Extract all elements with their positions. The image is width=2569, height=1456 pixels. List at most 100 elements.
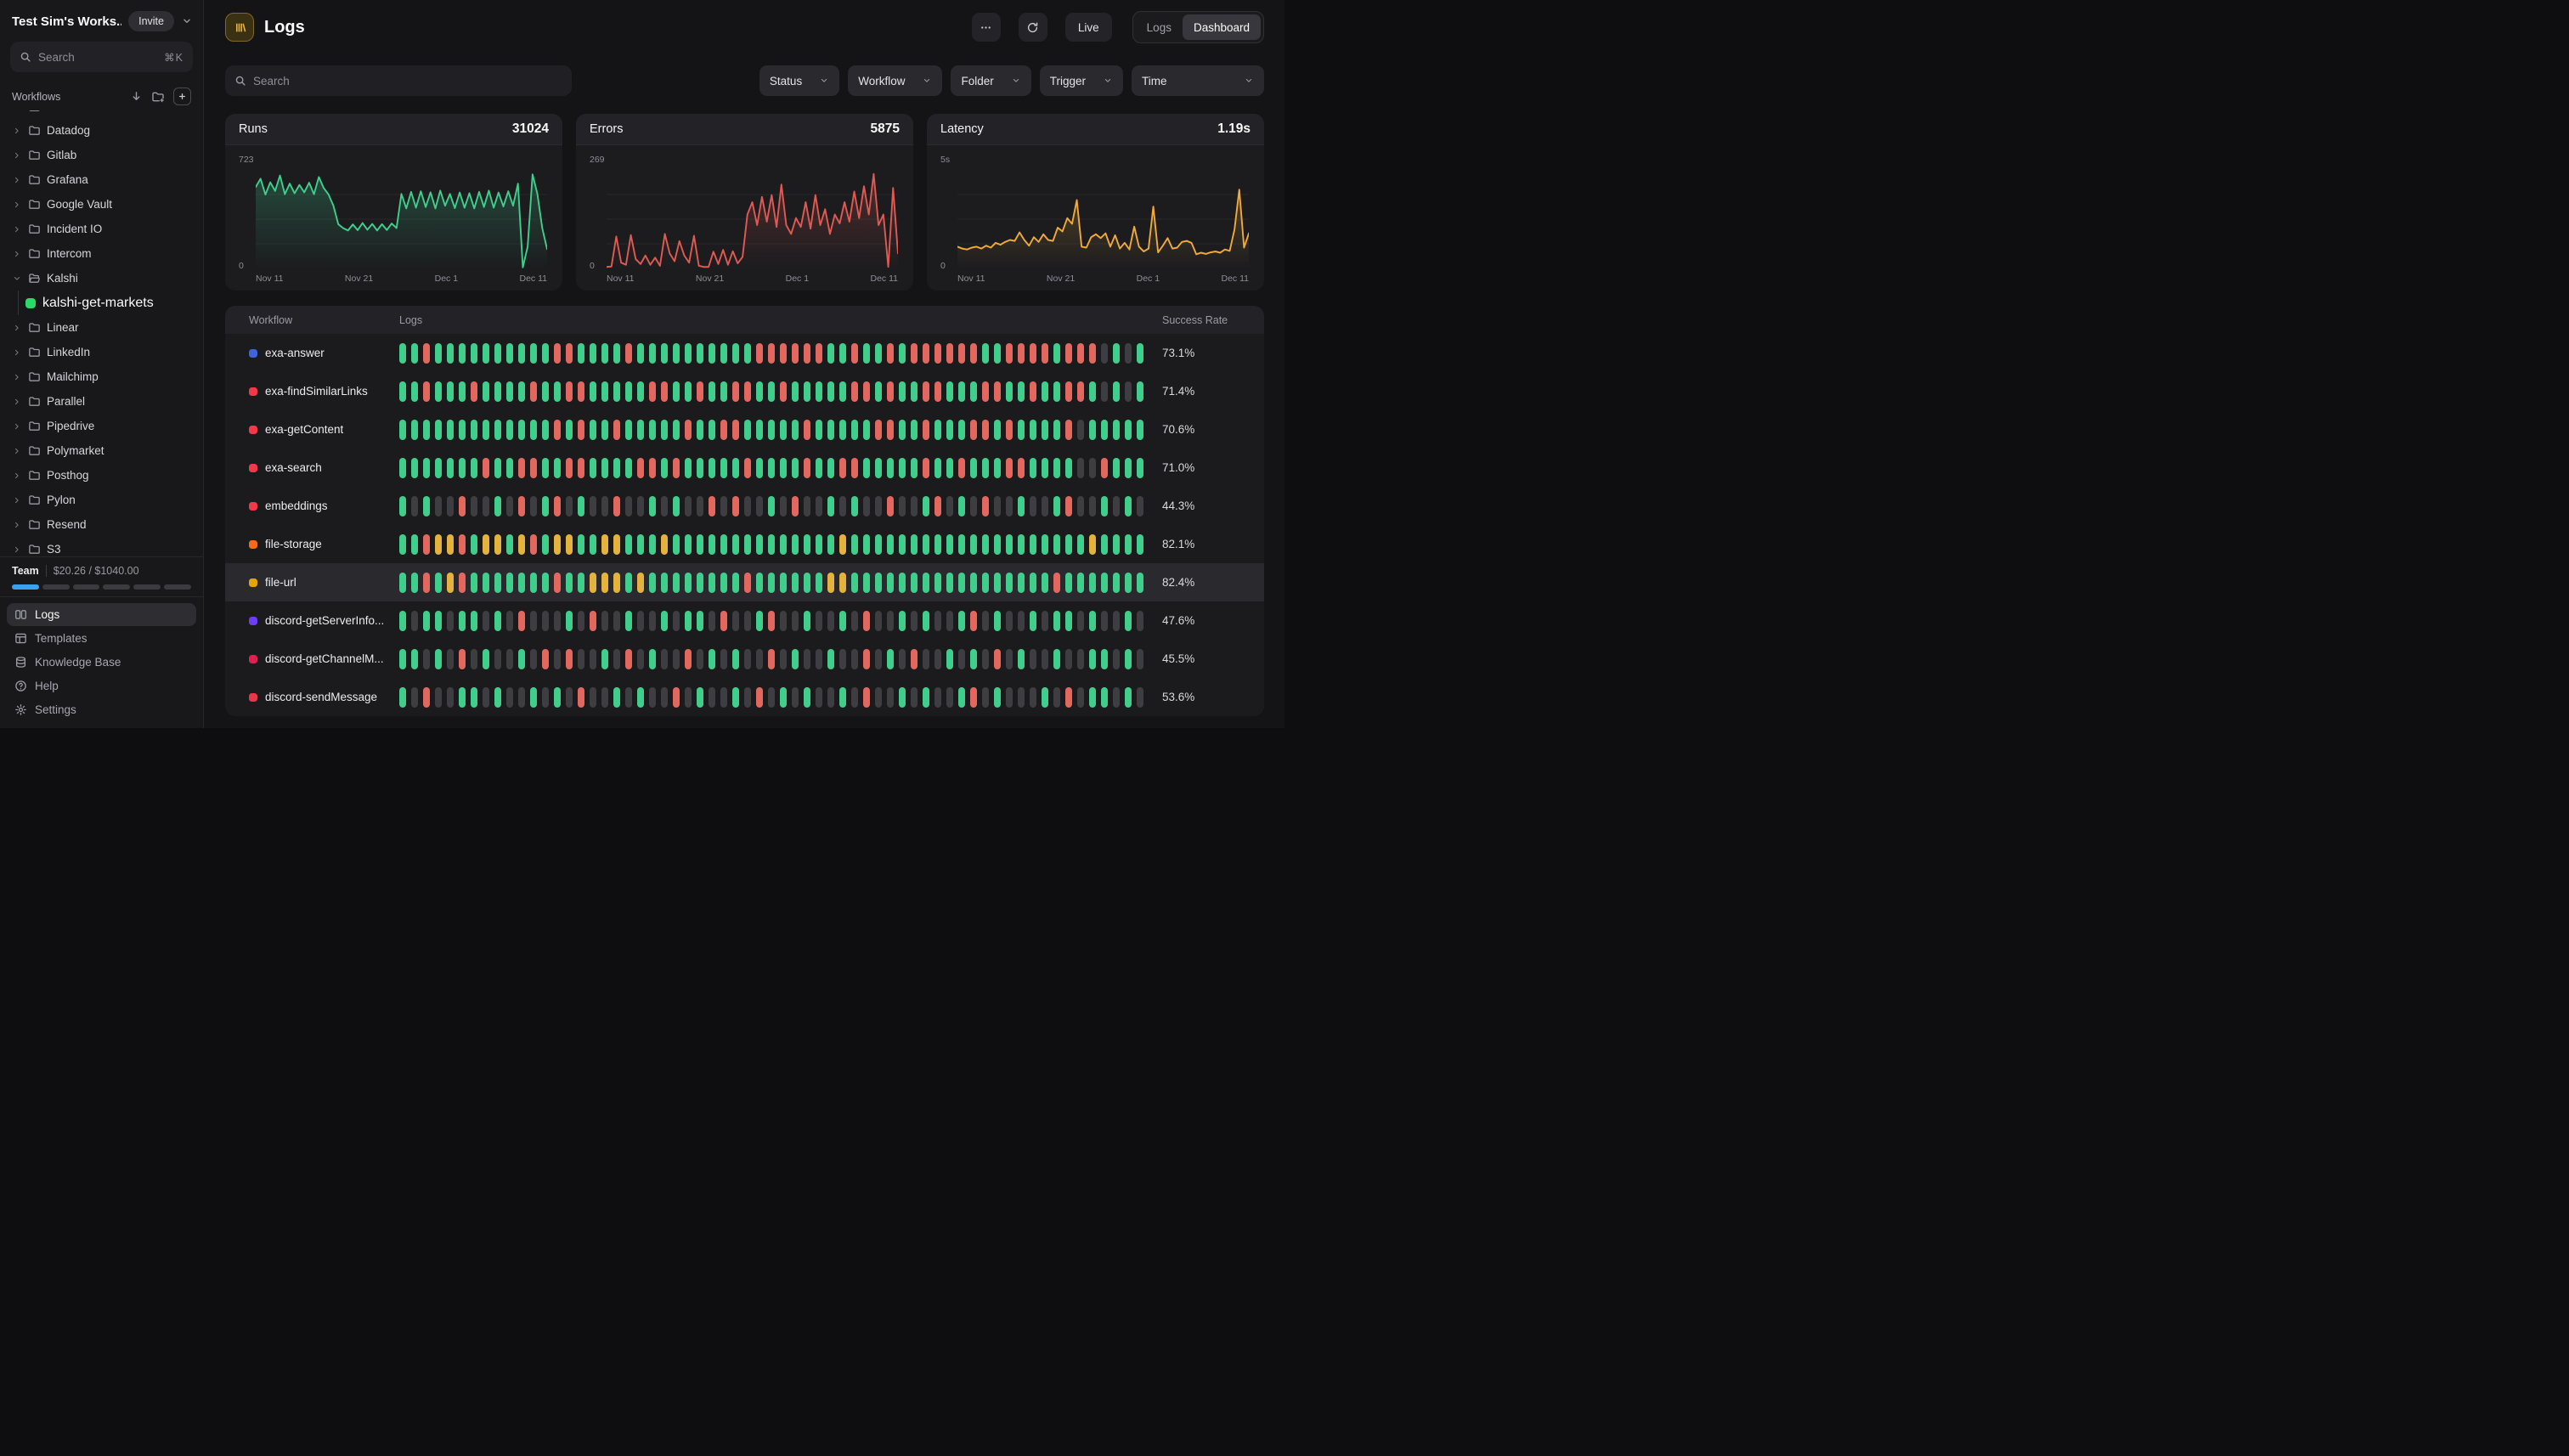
live-button[interactable]: Live — [1065, 13, 1112, 42]
sidebar-folder-datadog[interactable]: Datadog — [7, 118, 196, 143]
nav-item-settings[interactable]: Settings — [7, 698, 196, 721]
log-bar — [673, 496, 680, 516]
sidebar-folder-pipedrive[interactable]: Pipedrive — [7, 414, 196, 438]
latency-chart — [957, 170, 1249, 268]
table-row-discord-sendMessage[interactable]: discord-sendMessage53.6% — [225, 678, 1264, 716]
log-bar — [459, 611, 466, 631]
log-bar — [447, 343, 454, 364]
sidebar-folder-grafana[interactable]: Grafana — [7, 167, 196, 192]
sidebar-folder-google-vault[interactable]: Google Vault — [7, 192, 196, 217]
sidebar-folder-s3[interactable]: S3 — [7, 537, 196, 556]
workspace-name[interactable]: Test Sim's Works... — [12, 14, 121, 29]
invite-button[interactable]: Invite — [128, 11, 174, 31]
folder-icon — [28, 346, 41, 358]
more-options-button[interactable] — [972, 13, 1001, 42]
log-bar — [1077, 687, 1084, 708]
table-row-exa-search[interactable]: exa-search71.0% — [225, 449, 1264, 487]
add-workflow-button[interactable] — [173, 87, 191, 105]
table-row-exa-getContent[interactable]: exa-getContent70.6% — [225, 410, 1264, 449]
log-bar — [1101, 343, 1108, 364]
log-bar — [554, 381, 561, 402]
log-bar — [673, 420, 680, 440]
log-bar — [435, 343, 442, 364]
sidebar-search-input[interactable]: Search ⌘K — [10, 42, 193, 72]
nav-item-templates[interactable]: Templates — [7, 627, 196, 650]
table-row-exa-answer[interactable]: exa-answer73.1% — [225, 334, 1264, 372]
sidebar-folder-kalshi[interactable]: Kalshi — [7, 266, 196, 291]
clipped-workflow-item — [7, 110, 196, 118]
filter-trigger[interactable]: Trigger — [1040, 65, 1123, 96]
log-bar — [887, 420, 894, 440]
chevron-right-icon — [12, 495, 22, 505]
table-header: Workflow Logs Success Rate — [225, 306, 1264, 334]
log-bar — [459, 649, 466, 669]
logs-search-input[interactable]: Search — [225, 65, 572, 96]
filter-label: Folder — [961, 75, 993, 87]
table-row-file-storage[interactable]: file-storage82.1% — [225, 525, 1264, 563]
log-bar — [471, 534, 477, 555]
refresh-button[interactable] — [1019, 13, 1047, 42]
folder-plus-icon[interactable] — [151, 90, 165, 104]
filter-status[interactable]: Status — [759, 65, 839, 96]
usage-segment — [42, 584, 70, 590]
filter-folder[interactable]: Folder — [951, 65, 1030, 96]
sort-arrow-down-icon[interactable] — [130, 90, 143, 103]
log-bar — [1125, 381, 1132, 402]
log-bar — [851, 420, 858, 440]
nav-item-help[interactable]: Help — [7, 674, 196, 697]
filter-time[interactable]: Time — [1132, 65, 1264, 96]
log-bar — [685, 573, 692, 593]
log-bar — [851, 381, 858, 402]
log-bar — [423, 343, 430, 364]
filter-workflow[interactable]: Workflow — [848, 65, 942, 96]
sidebar-folder-parallel[interactable]: Parallel — [7, 389, 196, 414]
sidebar-folder-pylon[interactable]: Pylon — [7, 488, 196, 512]
log-bar — [613, 496, 620, 516]
log-bar — [1125, 458, 1132, 478]
log-bar — [911, 649, 918, 669]
folder-icon — [28, 198, 41, 211]
log-bar — [1065, 611, 1072, 631]
sidebar-folder-posthog[interactable]: Posthog — [7, 463, 196, 488]
sidebar-folder-resend[interactable]: Resend — [7, 512, 196, 537]
table-row-discord-getServerInfo-[interactable]: discord-getServerInfo...47.6% — [225, 601, 1264, 640]
log-bar — [459, 496, 466, 516]
log-bar — [506, 458, 513, 478]
nav-item-logs[interactable]: Logs — [7, 603, 196, 626]
log-bar — [423, 649, 430, 669]
sidebar-folder-intercom[interactable]: Intercom — [7, 241, 196, 266]
sidebar-folder-linkedin[interactable]: LinkedIn — [7, 340, 196, 364]
sidebar-folder-incident-io[interactable]: Incident IO — [7, 217, 196, 241]
nav-item-knowledge-base[interactable]: Knowledge Base — [7, 651, 196, 674]
log-bar — [590, 611, 596, 631]
toggle-logs[interactable]: Logs — [1136, 14, 1183, 40]
workflow-name: discord-getServerInfo... — [265, 614, 384, 627]
logs-page-icon — [225, 13, 254, 42]
log-bar — [982, 573, 989, 593]
folder-label: LinkedIn — [47, 346, 90, 358]
log-bars-strip — [399, 381, 1162, 402]
log-bar — [851, 573, 858, 593]
log-bar — [911, 420, 918, 440]
x-tick: Nov 11 — [607, 274, 635, 284]
toggle-dashboard[interactable]: Dashboard — [1183, 14, 1261, 40]
log-bar — [1089, 687, 1096, 708]
table-row-file-url[interactable]: file-url82.4% — [225, 563, 1264, 601]
table-row-discord-getChannelM-[interactable]: discord-getChannelM...45.5% — [225, 640, 1264, 678]
log-bar — [923, 534, 929, 555]
sidebar-workflow-kalshi-get-markets[interactable]: kalshi-get-markets — [7, 291, 196, 315]
sidebar-folder-mailchimp[interactable]: Mailchimp — [7, 364, 196, 389]
folder-icon — [28, 420, 41, 432]
table-row-embeddings[interactable]: embeddings44.3% — [225, 487, 1264, 525]
log-bar — [399, 381, 406, 402]
log-bar — [780, 687, 787, 708]
log-bar — [720, 649, 727, 669]
sidebar-folder-linear[interactable]: Linear — [7, 315, 196, 340]
log-bar — [970, 496, 977, 516]
nav-label: Settings — [35, 703, 76, 716]
sidebar-folder-polymarket[interactable]: Polymarket — [7, 438, 196, 463]
table-row-exa-findSimilarLinks[interactable]: exa-findSimilarLinks71.4% — [225, 372, 1264, 410]
log-bars-strip — [399, 343, 1162, 364]
chevron-down-icon[interactable] — [181, 15, 193, 27]
sidebar-folder-gitlab[interactable]: Gitlab — [7, 143, 196, 167]
